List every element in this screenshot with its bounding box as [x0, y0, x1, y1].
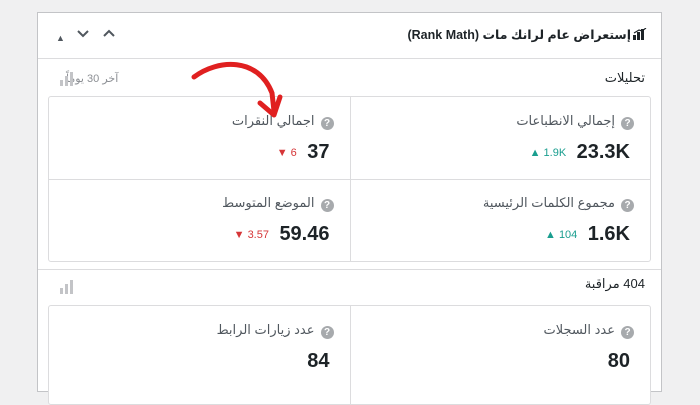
- stat-label: الموضع المتوسط: [222, 195, 315, 210]
- stat-value: 23.3K: [576, 141, 630, 163]
- stat-link-visits: ? عدد زيارات الرابط 84: [49, 306, 350, 388]
- stat-delta: ▼ 6: [276, 146, 297, 159]
- stat-delta: ▼ 3.57: [233, 228, 269, 241]
- stat-value: 37: [307, 141, 330, 163]
- stat-value: 1.6K: [587, 223, 630, 245]
- bar-chart-icon[interactable]: [60, 280, 73, 294]
- collapse-button[interactable]: [102, 26, 116, 45]
- stat-log-count: ? عدد السجلات 80: [350, 306, 651, 388]
- analytics-section-label: تحليلات: [604, 70, 645, 85]
- widget-title: إستعراض عام لرانك مات (Rank Math): [407, 27, 647, 43]
- help-icon[interactable]: ?: [320, 326, 334, 339]
- section-divider: [38, 269, 661, 270]
- stat-delta: ▲ 1.9K: [529, 146, 567, 159]
- triangle-up-icon: ▲: [544, 228, 556, 241]
- bar-chart-icon[interactable]: [60, 72, 73, 86]
- monitor-stats-grid: ? عدد زيارات الرابط 84 ? عدد السجلات 80: [48, 305, 651, 405]
- stat-value: 84: [307, 350, 330, 372]
- stat-label: عدد السجلات: [543, 322, 615, 337]
- chevron-up-icon: [103, 29, 115, 37]
- rank-math-logo-icon: [633, 27, 647, 43]
- stat-delta: ▲ 104: [544, 228, 578, 241]
- help-icon[interactable]: ?: [621, 199, 634, 212]
- rank-math-overview-widget: ▲ إستعراض عام لرانك مات (Rank Math) تحلي…: [37, 12, 662, 405]
- widget-title-text: إستعراض عام لرانك مات (Rank Math): [407, 28, 631, 42]
- help-icon[interactable]: ?: [621, 117, 634, 130]
- stat-value: 80: [607, 350, 630, 372]
- help-icon[interactable]: ?: [320, 117, 334, 130]
- move-up-button[interactable]: ▲: [56, 29, 65, 47]
- stat-label: إجمالي الانطباعات: [516, 113, 615, 128]
- stat-total-impressions: ? إجمالي الانطباعات ▲ 1.9K 23.3K: [350, 97, 651, 179]
- help-icon[interactable]: ?: [320, 199, 334, 212]
- triangle-up-icon: ▲: [529, 146, 541, 159]
- widget-header: ▲ إستعراض عام لرانك مات (Rank Math): [38, 13, 661, 59]
- annotation-arrow-icon: [191, 61, 283, 118]
- help-icon[interactable]: ?: [621, 326, 634, 339]
- triangle-down-icon: ▼: [276, 146, 288, 159]
- stat-total-keywords: ? مجموع الكلمات الرئيسية ▲ 104 1.6K: [350, 179, 651, 261]
- stat-label: مجموع الكلمات الرئيسية: [482, 195, 615, 210]
- monitor-section-label: 404 مراقبة: [584, 276, 645, 291]
- analytics-stats-grid: ?اجمالي النقرات ▼ 6 37 ?إجمالي الانطباعا…: [48, 96, 651, 262]
- stat-label: عدد زيارات الرابط: [216, 322, 315, 337]
- stat-value: 59.46: [279, 223, 330, 245]
- move-down-button[interactable]: [76, 26, 90, 45]
- stat-average-position: ? الموضع المتوسط ▼ 3.57 59.46: [49, 179, 350, 261]
- chevron-down-icon: [77, 30, 89, 38]
- triangle-down-icon: ▼: [233, 228, 245, 241]
- period-label: آخر 30 يوماً: [66, 73, 119, 85]
